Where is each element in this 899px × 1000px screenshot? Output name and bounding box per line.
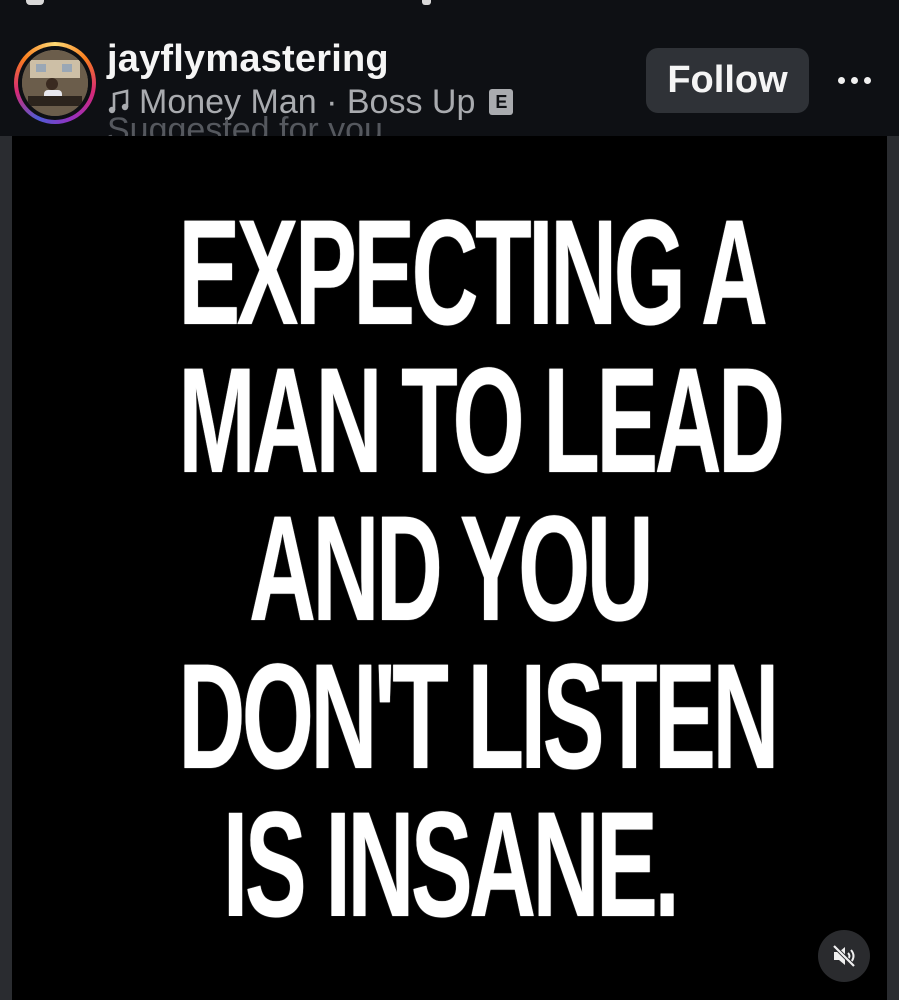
explicit-badge: E bbox=[489, 89, 514, 115]
quote-line: EXPECTING A bbox=[178, 188, 768, 356]
username[interactable]: jayflymastering bbox=[107, 38, 389, 81]
media-gutter-left bbox=[0, 136, 12, 1000]
speaker-muted-icon bbox=[832, 944, 856, 968]
avatar[interactable] bbox=[22, 50, 88, 116]
quote-line: AND YOU bbox=[248, 484, 654, 652]
avatar-photo-icon bbox=[22, 50, 88, 116]
story-ring[interactable] bbox=[14, 42, 96, 124]
quote-text: EXPECTING A MAN TO LEAD AND YOU DON'T LI… bbox=[12, 188, 887, 948]
post-header: jayflymastering Money Man · Boss Up E Su… bbox=[0, 26, 899, 136]
quote-line: DON'T LISTEN bbox=[178, 632, 779, 800]
previous-post-sliver bbox=[0, 0, 899, 27]
more-options-button[interactable] bbox=[830, 60, 878, 100]
follow-button[interactable]: Follow bbox=[646, 48, 809, 113]
post-media[interactable]: EXPECTING A MAN TO LEAD AND YOU DON'T LI… bbox=[12, 136, 887, 1000]
media-gutter-right bbox=[887, 136, 899, 1000]
suggested-label: Suggested for you bbox=[107, 111, 383, 136]
ellipsis-icon bbox=[850, 76, 858, 84]
quote-line: MAN TO LEAD bbox=[178, 336, 785, 504]
ellipsis-icon bbox=[837, 76, 845, 84]
previous-post-glyph bbox=[422, 0, 431, 5]
feed-screen: jayflymastering Money Man · Boss Up E Su… bbox=[0, 0, 899, 1000]
quote-line: IS INSANE. bbox=[222, 780, 680, 948]
previous-post-glyph bbox=[26, 0, 44, 5]
avatar-border bbox=[18, 46, 92, 120]
ellipsis-icon bbox=[863, 76, 871, 84]
mute-toggle-button[interactable] bbox=[818, 930, 870, 982]
